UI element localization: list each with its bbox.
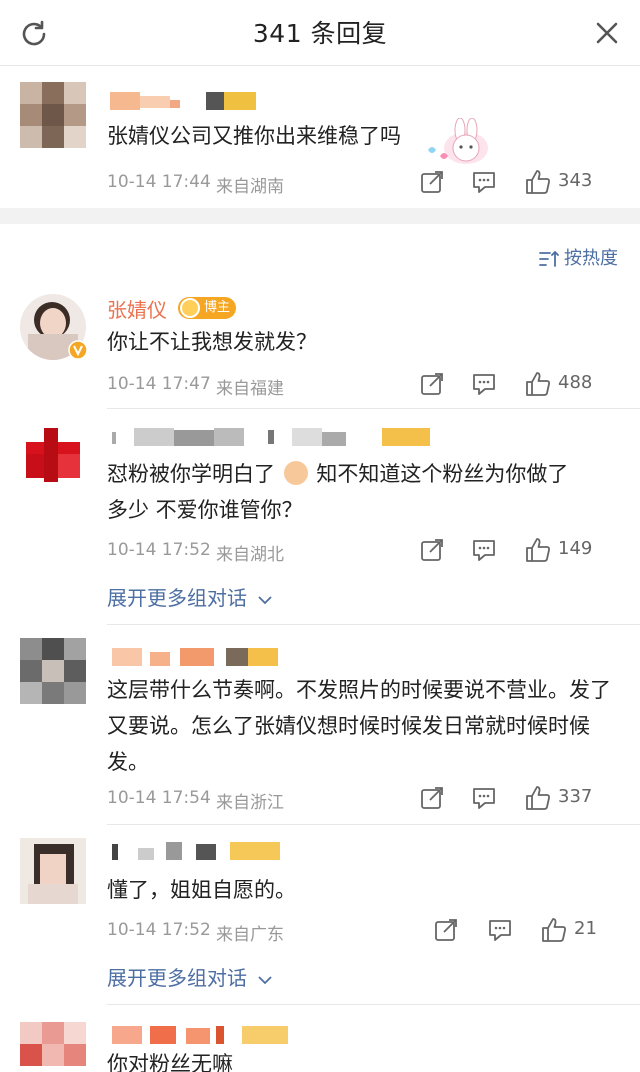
sort-label: 按热度 — [564, 248, 618, 269]
like-icon[interactable] — [524, 536, 552, 564]
share-icon[interactable] — [418, 370, 446, 398]
expand-conversation-link[interactable]: 展开更多组对话 — [107, 962, 273, 991]
comment-item: 怼粉被你学明白了 知不知道这个粉丝为你做了 多少 不爱你谁管你？ 10-14 1… — [0, 410, 640, 625]
like-count: 337 — [558, 786, 593, 807]
expand-label: 展开更多组对话 — [107, 586, 247, 610]
author-badge: 博主 — [178, 297, 237, 319]
comment-item: 张婧仪 博主 你让不让我想发就发？ 10-14 17:47 来自福建 488 — [0, 280, 640, 410]
comment-text-part: 多少 不爱你谁管你？ — [107, 498, 303, 522]
like-count: 149 — [558, 538, 593, 559]
expand-conversation-link[interactable]: 展开更多组对话 — [107, 582, 273, 611]
share-icon[interactable] — [418, 168, 446, 196]
comment-icon[interactable] — [470, 168, 498, 196]
avatar[interactable] — [20, 82, 86, 148]
comment-text-part: 怼粉被你学明白了 — [107, 462, 275, 486]
share-icon[interactable] — [418, 784, 446, 812]
comment-actions: 488 — [418, 370, 618, 400]
comment-actions: 149 — [418, 536, 618, 566]
comment-time: 10-14 17:52 — [107, 920, 211, 940]
divider — [107, 824, 640, 825]
comment-location: 来自湖南 — [216, 177, 284, 197]
comment-location: 来自广东 — [216, 925, 284, 945]
divider — [107, 1004, 640, 1005]
root-comment: 张婧仪公司又推你出来维稳了吗 10-14 17:44 来自湖南 343 — [0, 66, 640, 206]
avatar[interactable] — [20, 424, 86, 490]
username-blurred[interactable] — [112, 1026, 292, 1044]
divider — [107, 408, 640, 409]
comment-icon[interactable] — [470, 784, 498, 812]
comment-text: 你对粉丝无嘛 — [107, 1052, 233, 1072]
comment-time: 10-14 17:44 — [107, 172, 211, 192]
like-icon[interactable] — [524, 370, 552, 398]
comment-text: 懂了，姐姐自愿的。 — [107, 878, 296, 902]
comment-text: 你让不让我想发就发？ — [107, 330, 317, 354]
username-blurred[interactable] — [110, 92, 258, 110]
page-title: 341 条回复 — [252, 19, 388, 48]
comment-time: 10-14 17:52 — [107, 540, 211, 560]
chevron-down-icon — [258, 595, 272, 604]
comment-location: 来自浙江 — [216, 793, 284, 813]
like-count: 343 — [558, 170, 593, 191]
close-icon[interactable] — [592, 18, 622, 48]
fist-emoji-icon — [283, 461, 308, 485]
sort-icon — [539, 250, 559, 267]
avatar[interactable] — [20, 638, 86, 704]
comment-item: 这层带什么节奏啊。不发照片的时候要说不营业。发了又要说。怎么了张婧仪想时候时候发… — [0, 626, 640, 826]
sort-button[interactable]: 按热度 — [538, 244, 618, 270]
username[interactable]: 张婧仪 — [107, 294, 167, 323]
like-icon[interactable] — [524, 168, 552, 196]
divider — [107, 624, 640, 625]
username-blurred[interactable] — [112, 648, 282, 666]
like-count: 21 — [574, 918, 597, 939]
avatar[interactable] — [20, 838, 86, 904]
comment-actions: 343 — [418, 168, 618, 198]
like-count: 488 — [558, 372, 593, 393]
header-bar: 341 条回复 — [0, 0, 640, 66]
author-badge-label: 博主 — [204, 300, 231, 315]
like-icon[interactable] — [524, 784, 552, 812]
comment-text-part: 知不知道这个粉丝为你做了 — [316, 462, 569, 486]
comment-time: 10-14 17:54 — [107, 788, 211, 808]
comment-text: 怼粉被你学明白了 知不知道这个粉丝为你做了 多少 不爱你谁管你？ — [107, 456, 614, 528]
chevron-down-icon — [258, 975, 272, 984]
comment-time: 10-14 17:47 — [107, 374, 211, 394]
expand-label: 展开更多组对话 — [107, 966, 247, 990]
author-badge-icon — [180, 298, 200, 318]
comment-icon[interactable] — [470, 536, 498, 564]
comment-text: 张婧仪公司又推你出来维稳了吗 — [107, 124, 401, 148]
like-icon[interactable] — [540, 916, 568, 944]
section-gap — [0, 208, 640, 224]
comment-item: 你对粉丝无嘛 — [0, 1006, 640, 1072]
comment-actions: 337 — [418, 784, 618, 814]
share-icon[interactable] — [432, 916, 460, 944]
username-blurred[interactable] — [112, 842, 282, 860]
comment-text: 这层带什么节奏啊。不发照片的时候要说不营业。发了又要说。怎么了张婧仪想时候时候发… — [107, 678, 611, 774]
comment-icon[interactable] — [486, 916, 514, 944]
share-icon[interactable] — [418, 536, 446, 564]
username-blurred[interactable] — [112, 428, 432, 446]
comment-icon[interactable] — [470, 370, 498, 398]
avatar[interactable] — [20, 1022, 86, 1072]
comment-actions: 21 — [418, 916, 618, 946]
comment-location: 来自福建 — [216, 379, 284, 399]
comment-item: 懂了，姐姐自愿的。 10-14 17:52 来自广东 21 展开更多组对话 — [0, 826, 640, 1006]
verified-badge-icon — [68, 340, 88, 360]
comment-location: 来自湖北 — [216, 545, 284, 565]
bunny-sticker-icon — [428, 118, 488, 164]
